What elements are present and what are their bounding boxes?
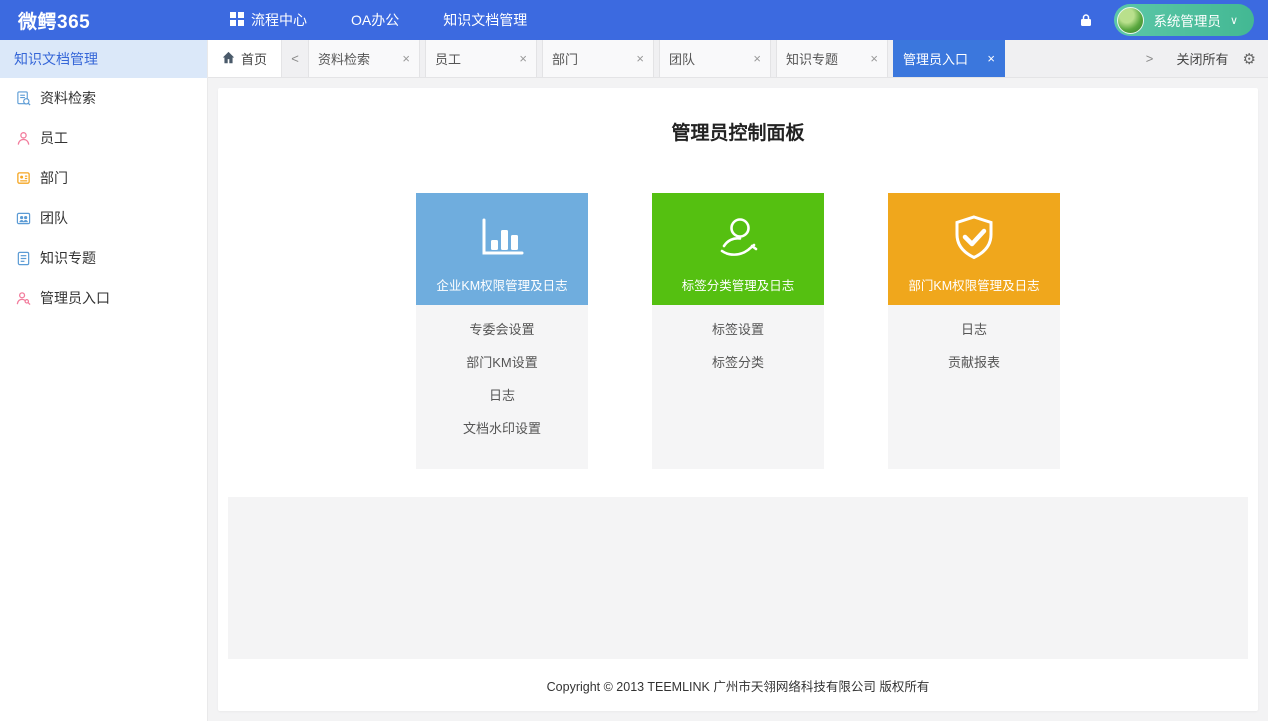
bar-chart-icon	[477, 193, 527, 275]
panel-title: 部门KM权限管理及日志	[908, 279, 1040, 293]
tab-label: 资料检索	[318, 52, 371, 67]
gear-icon[interactable]: ⚙	[1243, 50, 1256, 68]
open-tabs: 资料检索 × 员工 × 部门 × 团队 × 知识专题 × 管理员入口 ×	[308, 40, 1010, 77]
app-window: 微鳄365 流程中心 OA办公 知识文档管理 系统管理员 ∨ 知识文档管理 资料…	[0, 0, 1268, 721]
nav-label: OA办公	[351, 12, 400, 28]
sidebar-item-label: 部门	[40, 170, 68, 186]
tab-employee[interactable]: 员工 ×	[425, 40, 538, 77]
close-tab-icon[interactable]: ×	[753, 52, 761, 65]
tab-admin-entry[interactable]: 管理员入口 ×	[893, 40, 1006, 77]
department-badge-icon	[16, 171, 31, 186]
panel-title: 标签分类管理及日志	[681, 279, 795, 293]
close-all-tabs-button[interactable]: 关闭所有	[1177, 49, 1229, 68]
person-icon	[16, 131, 31, 146]
sidebar: 知识文档管理 资料检索 员工 部门 团队 知识专题 管理员入口	[0, 40, 208, 721]
tab-label: 知识专题	[786, 52, 839, 67]
home-icon	[222, 51, 235, 67]
sidebar-item-label: 知识专题	[40, 250, 96, 266]
empty-panel	[228, 497, 1248, 659]
sidebar-item-department[interactable]: 部门	[0, 158, 207, 198]
grid-icon	[230, 11, 244, 29]
tab-knowledge-topic[interactable]: 知识专题 ×	[776, 40, 889, 77]
nav-item-process-center[interactable]: 流程中心	[208, 0, 329, 40]
copyright-footer: Copyright © 2013 TEEMLINK 广州市天翎网络科技有限公司 …	[546, 679, 930, 694]
panel-department-km-header[interactable]: 部门KM权限管理及日志	[888, 193, 1060, 305]
close-tab-icon[interactable]: ×	[870, 52, 878, 65]
tabbar-right: > 关闭所有 ⚙	[1137, 40, 1268, 77]
content-area: 管理员控制面板 企业KM权限管理及日志 专委会设置 部门KM设置 日志 文档水印…	[208, 78, 1268, 721]
tab-team[interactable]: 团队 ×	[659, 40, 772, 77]
link-logs[interactable]: 日志	[489, 386, 515, 406]
tab-scroll-left-icon[interactable]: <	[282, 40, 308, 77]
close-tab-icon[interactable]: ×	[987, 52, 995, 65]
nav-item-knowledge-docs[interactable]: 知识文档管理	[421, 0, 549, 40]
link-tag-settings[interactable]: 标签设置	[712, 320, 764, 340]
tab-label: 部门	[552, 52, 579, 67]
tab-label: 管理员入口	[903, 52, 969, 67]
nav-label: 流程中心	[251, 12, 307, 28]
link-committee-settings[interactable]: 专委会设置	[469, 320, 534, 340]
sidebar-item-knowledge-topic[interactable]: 知识专题	[0, 238, 207, 278]
panel-links: 专委会设置 部门KM设置 日志 文档水印设置	[416, 305, 588, 469]
sidebar-item-team[interactable]: 团队	[0, 198, 207, 238]
person-tag-icon	[712, 193, 764, 275]
team-icon	[16, 211, 31, 226]
topbar-right: 系统管理员 ∨	[1080, 4, 1268, 36]
top-nav: 流程中心 OA办公 知识文档管理	[208, 0, 549, 40]
sidebar-item-data-search[interactable]: 资料检索	[0, 78, 207, 118]
user-name: 系统管理员	[1153, 14, 1221, 29]
close-tab-icon[interactable]: ×	[402, 52, 410, 65]
link-tag-category[interactable]: 标签分类	[712, 353, 764, 373]
sidebar-item-label: 团队	[40, 210, 68, 226]
admin-panel-card: 管理员控制面板 企业KM权限管理及日志 专委会设置 部门KM设置 日志 文档水印…	[218, 88, 1258, 711]
panel-row: 企业KM权限管理及日志 专委会设置 部门KM设置 日志 文档水印设置 标签分类管…	[218, 193, 1258, 469]
avatar	[1117, 6, 1145, 34]
panel-links: 标签设置 标签分类	[652, 305, 824, 469]
top-bar: 微鳄365 流程中心 OA办公 知识文档管理 系统管理员 ∨	[0, 0, 1268, 40]
sidebar-item-label: 资料检索	[40, 90, 96, 106]
tab-label: 团队	[669, 52, 696, 67]
panel-tag-category-header[interactable]: 标签分类管理及日志	[652, 193, 824, 305]
nav-label: 知识文档管理	[443, 12, 528, 28]
link-logs[interactable]: 日志	[961, 320, 987, 340]
tab-home[interactable]: 首页	[208, 40, 283, 77]
panel-enterprise-km: 企业KM权限管理及日志 专委会设置 部门KM设置 日志 文档水印设置	[416, 193, 588, 469]
panel-enterprise-km-header[interactable]: 企业KM权限管理及日志	[416, 193, 588, 305]
nav-item-oa-office[interactable]: OA办公	[329, 0, 421, 40]
user-menu[interactable]: 系统管理员 ∨	[1114, 4, 1254, 36]
main-column: 首页 < 资料检索 × 员工 × 部门 × 团队 × 知识专题 × 管理员入口 …	[208, 40, 1268, 721]
close-tab-icon[interactable]: ×	[636, 52, 644, 65]
panel-department-km: 部门KM权限管理及日志 日志 贡献报表	[888, 193, 1060, 469]
sidebar-item-label: 员工	[40, 130, 68, 146]
panel-tag-category: 标签分类管理及日志 标签设置 标签分类	[652, 193, 824, 469]
tab-data-search[interactable]: 资料检索 ×	[308, 40, 421, 77]
page-title: 管理员控制面板	[671, 123, 805, 144]
body-row: 知识文档管理 资料检索 员工 部门 团队 知识专题 管理员入口 首页 < 资料检…	[0, 40, 1268, 721]
tab-department[interactable]: 部门 ×	[542, 40, 655, 77]
link-department-km-settings[interactable]: 部门KM设置	[466, 353, 538, 373]
link-contribution-report[interactable]: 贡献报表	[948, 353, 1000, 373]
panel-title: 企业KM权限管理及日志	[436, 279, 568, 293]
document-icon	[16, 251, 31, 266]
sidebar-item-label: 管理员入口	[40, 290, 110, 306]
document-search-icon	[16, 90, 31, 106]
tab-bar: 首页 < 资料检索 × 员工 × 部门 × 团队 × 知识专题 × 管理员入口 …	[208, 40, 1268, 78]
tab-label: 员工	[435, 52, 462, 67]
sidebar-item-admin-entry[interactable]: 管理员入口	[0, 278, 207, 318]
tab-scroll-right-icon[interactable]: >	[1137, 51, 1163, 66]
panel-links: 日志 贡献报表	[888, 305, 1060, 469]
chevron-down-icon: ∨	[1229, 14, 1238, 27]
admin-person-key-icon	[16, 291, 31, 306]
shield-check-icon	[950, 193, 998, 275]
close-tab-icon[interactable]: ×	[519, 52, 527, 65]
tab-home-label: 首页	[241, 52, 268, 67]
sidebar-item-employee[interactable]: 员工	[0, 118, 207, 158]
lock-icon[interactable]	[1080, 13, 1092, 27]
app-logo: 微鳄365	[18, 11, 91, 33]
link-document-watermark-settings[interactable]: 文档水印设置	[463, 419, 541, 439]
sidebar-module-title[interactable]: 知识文档管理	[0, 40, 207, 78]
